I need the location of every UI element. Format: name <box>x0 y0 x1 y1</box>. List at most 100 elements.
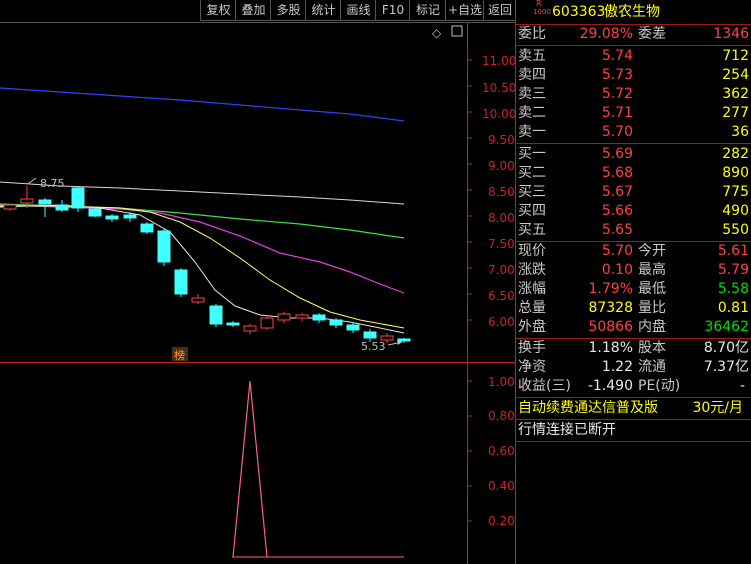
stat-label: 涨幅 <box>518 281 546 297</box>
weibi-value: 29.08% <box>579 26 633 42</box>
fundamental-label: 净资 <box>518 359 546 375</box>
fundamental-value: -1.490 <box>587 378 633 394</box>
bid-price: 5.66 <box>601 203 633 219</box>
ask-label: 卖三 <box>518 86 546 102</box>
stat-row: 现价 5.70 今开 5.61 <box>516 242 751 261</box>
promo-row[interactable]: 自动续费通达信普及版 30元/月 <box>516 399 751 418</box>
stock-code[interactable]: 603363 <box>552 1 605 23</box>
bid-row[interactable]: 买二 5.68 890 <box>516 164 751 183</box>
stock-name[interactable]: 傲农生物 <box>604 1 660 23</box>
promo-price[interactable]: 30元/月 <box>692 399 743 418</box>
ask-row[interactable]: 卖三 5.72 362 <box>516 85 751 104</box>
stock-header: R 1000 603363 傲农生物 <box>516 0 751 23</box>
fundamental-value: - <box>739 378 745 394</box>
ask-price: 5.72 <box>601 86 633 102</box>
bid-volume: 890 <box>722 165 749 181</box>
indicator-axis-tick-marks <box>467 380 472 522</box>
stat-value: 5.70 <box>601 243 633 259</box>
divider <box>516 397 751 398</box>
bid-row[interactable]: 买五 5.65 550 <box>516 221 751 240</box>
stat-label: 现价 <box>518 243 546 259</box>
order-ratio-row: 委比 29.08% 委差 1346 <box>516 25 751 44</box>
stat-value: 5.79 <box>717 262 749 278</box>
promo-text[interactable]: 自动续费通达信普及版 <box>518 399 658 418</box>
bid-volume: 490 <box>722 203 749 219</box>
fundamental-label: PE(动) <box>638 378 681 394</box>
ask-volume: 277 <box>722 105 749 121</box>
bid-row[interactable]: 买一 5.69 282 <box>516 145 751 164</box>
axis-tick: 0.20 <box>488 514 515 528</box>
stat-label: 涨跌 <box>518 262 546 278</box>
ask-row[interactable]: 卖四 5.73 254 <box>516 66 751 85</box>
weicha-value: 1346 <box>713 26 749 42</box>
stat-row: 外盘 50866 内盘 36462 <box>516 318 751 337</box>
ask-row[interactable]: 卖五 5.74 712 <box>516 47 751 66</box>
indicator-line <box>232 380 268 558</box>
axis-tick: 0.40 <box>488 479 515 493</box>
fundamental-label: 收益(三) <box>518 378 571 394</box>
stat-label: 今开 <box>638 243 666 259</box>
ask-row[interactable]: 卖一 5.70 36 <box>516 123 751 142</box>
weicha-label: 委差 <box>638 26 666 42</box>
stat-row: 涨跌 0.10 最高 5.79 <box>516 261 751 280</box>
stat-label: 量比 <box>638 300 666 316</box>
bid-row[interactable]: 买四 5.66 490 <box>516 202 751 221</box>
fundamental-row: 收益(三) -1.490 PE(动) - <box>516 377 751 396</box>
ask-label: 卖四 <box>518 67 546 83</box>
ask-price: 5.71 <box>601 105 633 121</box>
stat-value: 87328 <box>588 300 633 316</box>
fundamental-value: 7.37亿 <box>703 359 749 375</box>
stat-label: 总量 <box>518 300 546 316</box>
indicator-chart[interactable]: 1.00 0.80 0.60 0.40 0.20 <box>0 0 515 564</box>
fundamental-value: 1.18% <box>588 340 633 356</box>
ask-volume: 362 <box>722 86 749 102</box>
connection-status: 行情连接已断开 <box>518 422 616 438</box>
stat-value: 50866 <box>588 319 633 335</box>
stat-label: 内盘 <box>638 319 666 335</box>
stat-label: 最低 <box>638 281 666 297</box>
ask-volume: 712 <box>722 48 749 64</box>
bid-volume: 550 <box>722 222 749 238</box>
divider <box>516 143 751 144</box>
connection-status-row: 行情连接已断开 <box>516 421 751 440</box>
ask-row[interactable]: 卖二 5.71 277 <box>516 104 751 123</box>
ask-volume: 254 <box>722 67 749 83</box>
stat-label: 外盘 <box>518 319 546 335</box>
fundamental-label: 流通 <box>638 359 666 375</box>
ask-price: 5.74 <box>601 48 633 64</box>
fundamental-row: 换手 1.18% 股本 8.70亿 <box>516 339 751 358</box>
divider <box>516 45 751 46</box>
fundamental-label: 换手 <box>518 340 546 356</box>
stat-value: 0.10 <box>601 262 633 278</box>
ask-label: 卖五 <box>518 48 546 64</box>
fundamental-value: 1.22 <box>601 359 633 375</box>
stat-value: 0.81 <box>717 300 749 316</box>
bid-label: 买五 <box>518 222 546 238</box>
axis-tick: 0.60 <box>488 444 515 458</box>
stat-label: 最高 <box>638 262 666 278</box>
bid-row[interactable]: 买三 5.67 775 <box>516 183 751 202</box>
bid-label: 买三 <box>518 184 546 200</box>
stat-value: 5.61 <box>717 243 749 259</box>
stat-row: 总量 87328 量比 0.81 <box>516 299 751 318</box>
bid-label: 买四 <box>518 203 546 219</box>
divider <box>516 441 751 442</box>
stat-value: 36462 <box>704 319 749 335</box>
bid-price: 5.67 <box>601 184 633 200</box>
bid-price: 5.69 <box>601 146 633 162</box>
ask-price: 5.70 <box>601 124 633 140</box>
stat-row: 涨幅 1.79% 最低 5.58 <box>516 280 751 299</box>
market-flag: R <box>536 0 542 8</box>
axis-tick: 0.80 <box>488 409 515 423</box>
weibi-label: 委比 <box>518 26 546 42</box>
fundamental-label: 股本 <box>638 340 666 356</box>
fundamental-value: 8.70亿 <box>703 340 749 356</box>
ask-label: 卖一 <box>518 124 546 140</box>
ask-volume: 36 <box>731 124 749 140</box>
ask-label: 卖二 <box>518 105 546 121</box>
bid-price: 5.68 <box>601 165 633 181</box>
bid-volume: 282 <box>722 146 749 162</box>
divider <box>516 419 751 420</box>
bid-volume: 775 <box>722 184 749 200</box>
indicator-axis-ticks: 1.00 0.80 0.60 0.40 0.20 <box>488 375 515 528</box>
